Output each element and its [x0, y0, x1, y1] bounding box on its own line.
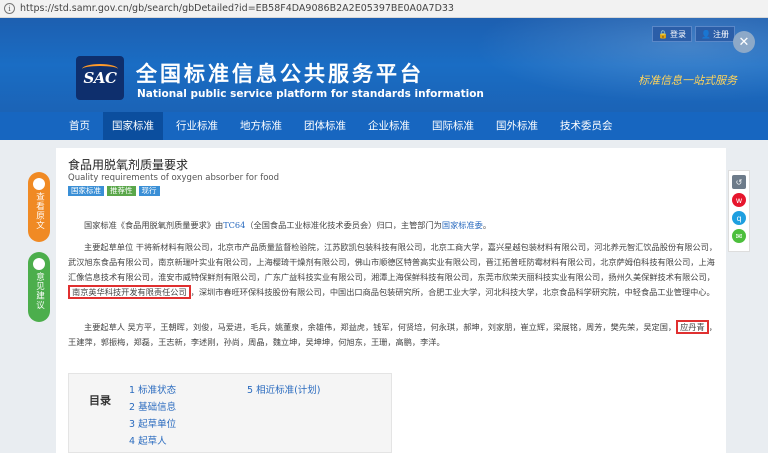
toc-basic-info[interactable]: 2 基础信息 — [129, 399, 176, 413]
tag-national: 国家标准 — [68, 186, 104, 196]
drafting-units-paragraph: 主要起草单位 干将新材料有限公司，北京市产品质量监督检验院，江苏欧凯包装科技有限… — [68, 242, 718, 299]
department-link[interactable]: 国家标准委 — [442, 220, 483, 230]
login-button[interactable]: 🔒 登录 — [652, 26, 692, 42]
site-info-icon[interactable]: i — [4, 3, 15, 14]
user-icon: 👤 — [701, 29, 711, 39]
intro-paragraph: 国家标准《食品用脱氧剂质量要求》由TC64（全国食品工业标准化技术委员会）归口，… — [84, 220, 492, 230]
toc-column-2: 5 相近标准(计划) — [247, 382, 320, 396]
main-nav: 首页 国家标准 行业标准 地方标准 团体标准 企业标准 国际标准 国外标准 技术… — [0, 112, 768, 140]
toc-status[interactable]: 1 标准状态 — [129, 382, 176, 396]
qq-icon[interactable]: q — [732, 211, 746, 225]
feedback-button[interactable]: 意见建议 — [28, 252, 50, 322]
toc-title: 目录 — [89, 394, 111, 407]
header-slogan: 标准信息一站式服务 — [638, 74, 737, 87]
page-title: 食品用脱氧剂质量要求 — [68, 158, 189, 172]
page-title-en: Quality requirements of oxygen absorber … — [68, 173, 279, 183]
toc-similar-standards[interactable]: 5 相近标准(计划) — [247, 382, 320, 396]
nav-local-standards[interactable]: 地方标准 — [231, 112, 291, 140]
site-header: SAC 全国标准信息公共服务平台 National public service… — [0, 18, 768, 112]
share-bar: ↺ w q ✉ — [728, 170, 750, 252]
nav-international-standards[interactable]: 国际标准 — [423, 112, 483, 140]
highlighted-unit: 南京英华科技开发有限责任公司 — [68, 285, 191, 299]
tc64-link[interactable]: TC64 — [223, 220, 245, 230]
nav-group-standards[interactable]: 团体标准 — [295, 112, 355, 140]
nav-national-standards[interactable]: 国家标准 — [103, 112, 163, 140]
back-icon[interactable]: ↺ — [732, 175, 746, 189]
address-url[interactable]: https://std.samr.gov.cn/gb/search/gbDeta… — [20, 3, 454, 14]
nav-technical-committee[interactable]: 技术委员会 — [551, 112, 622, 140]
nav-enterprise-standards[interactable]: 企业标准 — [359, 112, 419, 140]
site-title: 全国标准信息公共服务平台 — [136, 62, 424, 86]
highlighted-drafter: 应丹青 — [676, 320, 709, 334]
status-tags: 国家标准 推荐性 现行 — [68, 186, 160, 196]
nav-foreign-standards[interactable]: 国外标准 — [487, 112, 547, 140]
lock-icon: 🔒 — [658, 29, 668, 39]
register-button[interactable]: 👤 注册 — [695, 26, 735, 42]
tag-current: 现行 — [138, 186, 160, 196]
chat-icon — [33, 258, 45, 270]
wechat-icon[interactable]: ✉ — [732, 229, 746, 243]
nav-industry-standards[interactable]: 行业标准 — [167, 112, 227, 140]
toc-drafters[interactable]: 4 起草人 — [129, 433, 176, 447]
weibo-icon[interactable]: w — [732, 193, 746, 207]
sac-logo[interactable]: SAC — [76, 56, 124, 100]
toc-drafting-units[interactable]: 3 起草单位 — [129, 416, 176, 430]
view-original-button[interactable]: 查看原文 — [28, 172, 50, 242]
document-icon — [33, 178, 45, 190]
drafters-paragraph: 主要起草人 吴方平，王朝晖，刘俊，马爱进，毛兵，姚董泉，余雄伟，郑益虎，钱军，何… — [68, 320, 717, 347]
nav-home[interactable]: 首页 — [60, 112, 99, 140]
site-subtitle: National public service platform for sta… — [137, 88, 484, 100]
table-of-contents: 目录 1 标准状态 2 基础信息 3 起草单位 4 起草人 5 相近标准(计划) — [68, 373, 392, 453]
toc-column-1: 1 标准状态 2 基础信息 3 起草单位 4 起草人 — [129, 382, 176, 447]
browser-address-bar[interactable]: i https://std.samr.gov.cn/gb/search/gbDe… — [0, 0, 768, 18]
close-icon[interactable]: ✕ — [733, 31, 755, 53]
tag-recommended: 推荐性 — [107, 186, 136, 196]
